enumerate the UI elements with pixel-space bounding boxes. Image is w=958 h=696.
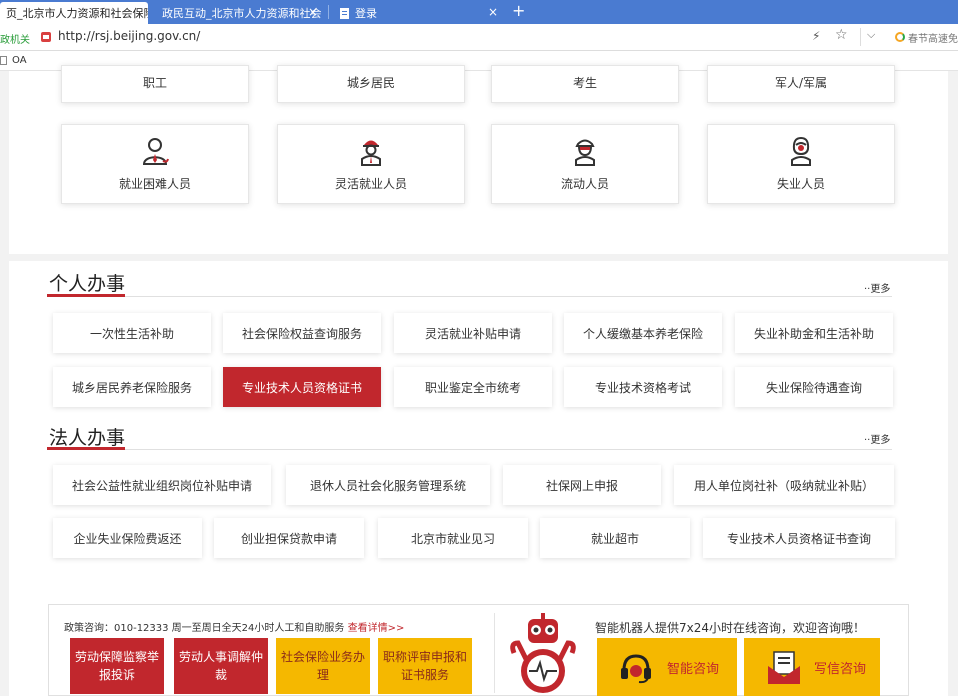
audience-card-unemployed[interactable]: 失业人员 bbox=[707, 124, 895, 204]
labor-inspection-button[interactable]: 劳动保障监察举报投诉 bbox=[70, 638, 164, 694]
new-tab-button[interactable]: + bbox=[512, 1, 525, 20]
card-label: 职工 bbox=[142, 76, 167, 90]
section-title-underline bbox=[47, 294, 125, 297]
more-link-personal[interactable]: ··更多 bbox=[864, 280, 890, 295]
tab-label: 页_北京市人力资源和社会保险 bbox=[6, 7, 148, 20]
labor-mediation-button[interactable]: 劳动人事调解仲裁 bbox=[174, 638, 268, 694]
robot-intro-text: 智能机器人提供7x24小时在线咨询，欢迎咨询哦！ bbox=[595, 621, 866, 635]
page-icon bbox=[340, 7, 349, 19]
robot-mascot-icon bbox=[510, 613, 576, 693]
policy-detail-link[interactable]: 查看详情>> bbox=[348, 623, 405, 634]
tab-close-icon[interactable]: × bbox=[488, 5, 498, 19]
divider bbox=[860, 28, 861, 46]
person-cap-icon bbox=[575, 139, 595, 166]
service-button[interactable]: 专业技术人员资格证书查询 bbox=[703, 518, 895, 558]
audience-card-examinee[interactable]: 考生 bbox=[491, 65, 679, 103]
service-button[interactable]: 灵活就业补贴申请 bbox=[394, 313, 552, 353]
card-label: 军人/军属 bbox=[774, 76, 828, 90]
service-button[interactable]: 北京市就业见习 bbox=[378, 518, 528, 558]
consultation-box: 政策咨询：010-12333 周一至周日全天24小时人工和自助服务 查看详情>>… bbox=[48, 604, 909, 696]
service-button[interactable]: 城乡居民养老保险服务 bbox=[53, 367, 211, 407]
address-bar: 政机关 http://rsj.beijing.gov.cn/ ⚡ ☆ ⌵ 春节高… bbox=[0, 24, 958, 51]
button-label: 智能咨询 bbox=[667, 662, 720, 677]
headset-icon bbox=[621, 654, 651, 684]
section-divider bbox=[47, 296, 892, 297]
service-button[interactable]: 创业担保贷款申请 bbox=[214, 518, 364, 558]
service-button[interactable]: 失业补助金和生活补助 bbox=[735, 313, 893, 353]
page-content: 职工 城乡居民 考生 军人/军属 就业困难人员 灵活就业人员 流动人员 失业人员… bbox=[0, 65, 958, 696]
audience-card-zhigong[interactable]: 职工 bbox=[61, 65, 249, 103]
section-title-personal: 个人办事 bbox=[49, 273, 126, 295]
service-button[interactable]: 个人缓缴基本养老保险 bbox=[564, 313, 722, 353]
audience-card-resident[interactable]: 城乡居民 bbox=[277, 65, 465, 103]
service-button[interactable]: 专业技术资格考试 bbox=[564, 367, 722, 407]
person-woman-icon bbox=[791, 136, 811, 166]
service-button[interactable]: 退休人员社会化服务管理系统 bbox=[286, 465, 490, 505]
audience-card-floating[interactable]: 流动人员 bbox=[491, 124, 679, 204]
card-label: 就业困难人员 bbox=[118, 177, 191, 191]
worker-helmet-icon bbox=[361, 140, 381, 166]
tab-rsj-home[interactable]: 页_北京市人力资源和社会保险 bbox=[0, 2, 148, 24]
section-title-underline bbox=[47, 447, 125, 450]
bookmark-oa[interactable]: OA bbox=[12, 55, 27, 66]
tab-divider bbox=[328, 5, 329, 19]
section-title-legal: 法人办事 bbox=[49, 427, 126, 449]
tab-login[interactable]: 登录 × bbox=[332, 2, 504, 24]
bookmark-page-icon bbox=[0, 56, 7, 65]
service-button[interactable]: 社保网上申报 bbox=[503, 465, 661, 505]
policy-text: 政策咨询：010-12333 周一至周日全天24小时人工和自助服务 bbox=[64, 623, 345, 634]
button-label: 写信咨询 bbox=[814, 662, 867, 677]
audience-card-flexible-employment[interactable]: 灵活就业人员 bbox=[277, 124, 465, 204]
search-input[interactable]: 春节高速免 bbox=[908, 30, 958, 45]
audience-card-hard-employment[interactable]: 就业困难人员 bbox=[61, 124, 249, 204]
star-icon[interactable]: ☆ bbox=[835, 27, 848, 43]
tab-label: 政民互动_北京市人力资源和社会 bbox=[162, 7, 322, 20]
service-button[interactable]: 企业失业保险费返还 bbox=[53, 518, 202, 558]
card-label: 城乡居民 bbox=[346, 76, 395, 90]
person-headset-icon bbox=[142, 138, 169, 165]
tab-label: 登录 bbox=[355, 7, 377, 20]
tab-close-icon[interactable]: × bbox=[308, 5, 318, 19]
card-label: 灵活就业人员 bbox=[334, 177, 407, 191]
card-label: 考生 bbox=[572, 76, 597, 90]
chevron-down-icon[interactable]: ⌵ bbox=[867, 28, 875, 42]
section-divider bbox=[47, 449, 892, 450]
write-letter-button[interactable]: 写信咨询 bbox=[744, 638, 880, 696]
service-button[interactable]: 就业超市 bbox=[540, 518, 690, 558]
card-label: 流动人员 bbox=[560, 177, 609, 191]
service-button[interactable]: 一次性生活补助 bbox=[53, 313, 211, 353]
service-button[interactable]: 职业鉴定全市统考 bbox=[394, 367, 552, 407]
social-insurance-button[interactable]: 社会保险业务办理 bbox=[276, 638, 370, 694]
site-info-icon[interactable] bbox=[40, 31, 52, 43]
smart-consult-button[interactable]: 智能咨询 bbox=[597, 638, 737, 696]
audience-card-military[interactable]: 军人/军属 bbox=[707, 65, 895, 103]
title-review-button[interactable]: 职称评审申报和证书服务 bbox=[378, 638, 472, 694]
service-button[interactable]: 失业保险待遇查询 bbox=[735, 367, 893, 407]
service-button[interactable]: 社会保险权益查询服务 bbox=[223, 313, 381, 353]
service-button-active[interactable]: 专业技术人员资格证书 bbox=[223, 367, 381, 407]
card-label: 失业人员 bbox=[776, 177, 825, 191]
policy-hotline: 政策咨询：010-12333 周一至周日全天24小时人工和自助服务 查看详情>> bbox=[64, 619, 404, 634]
browser-tab-bar: 页_北京市人力资源和社会保险 政民互动_北京市人力资源和社会 × 登录 × + bbox=[0, 0, 958, 24]
divider bbox=[494, 613, 495, 693]
letter-icon bbox=[768, 651, 800, 684]
service-button[interactable]: 社会公益性就业组织岗位补贴申请 bbox=[53, 465, 271, 505]
service-button[interactable]: 用人单位岗社补（吸纳就业补贴） bbox=[674, 465, 894, 505]
lightning-icon[interactable]: ⚡ bbox=[812, 29, 820, 43]
tab-zhengmin[interactable]: 政民互动_北京市人力资源和社会 × bbox=[152, 2, 324, 24]
site-category-label: 政机关 bbox=[0, 35, 30, 46]
url-input[interactable]: http://rsj.beijing.gov.cn/ bbox=[58, 29, 200, 43]
audience-panel: 职工 城乡居民 考生 军人/军属 就业困难人员 灵活就业人员 流动人员 失业人员 bbox=[9, 65, 948, 254]
more-link-legal[interactable]: ··更多 bbox=[864, 431, 890, 446]
search-engine-icon[interactable] bbox=[895, 32, 905, 42]
